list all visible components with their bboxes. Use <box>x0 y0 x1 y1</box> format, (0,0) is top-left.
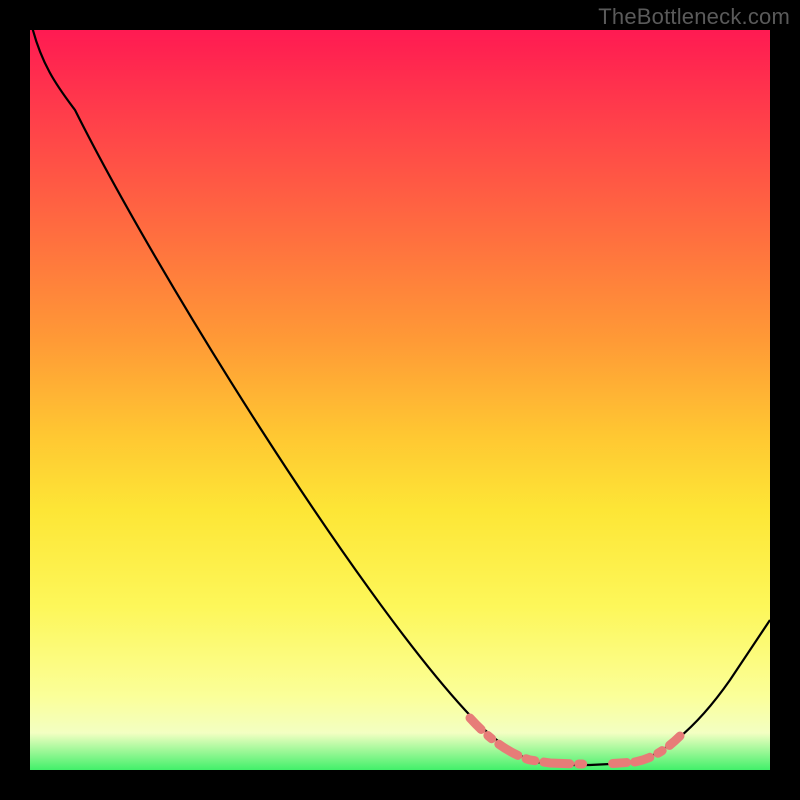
bottleneck-curve <box>30 30 770 770</box>
optimal-range-marker <box>470 718 680 764</box>
chart-frame: TheBottleneck.com <box>0 0 800 800</box>
plot-area <box>30 30 770 770</box>
curve-line <box>30 30 770 765</box>
watermark-text: TheBottleneck.com <box>598 4 790 30</box>
